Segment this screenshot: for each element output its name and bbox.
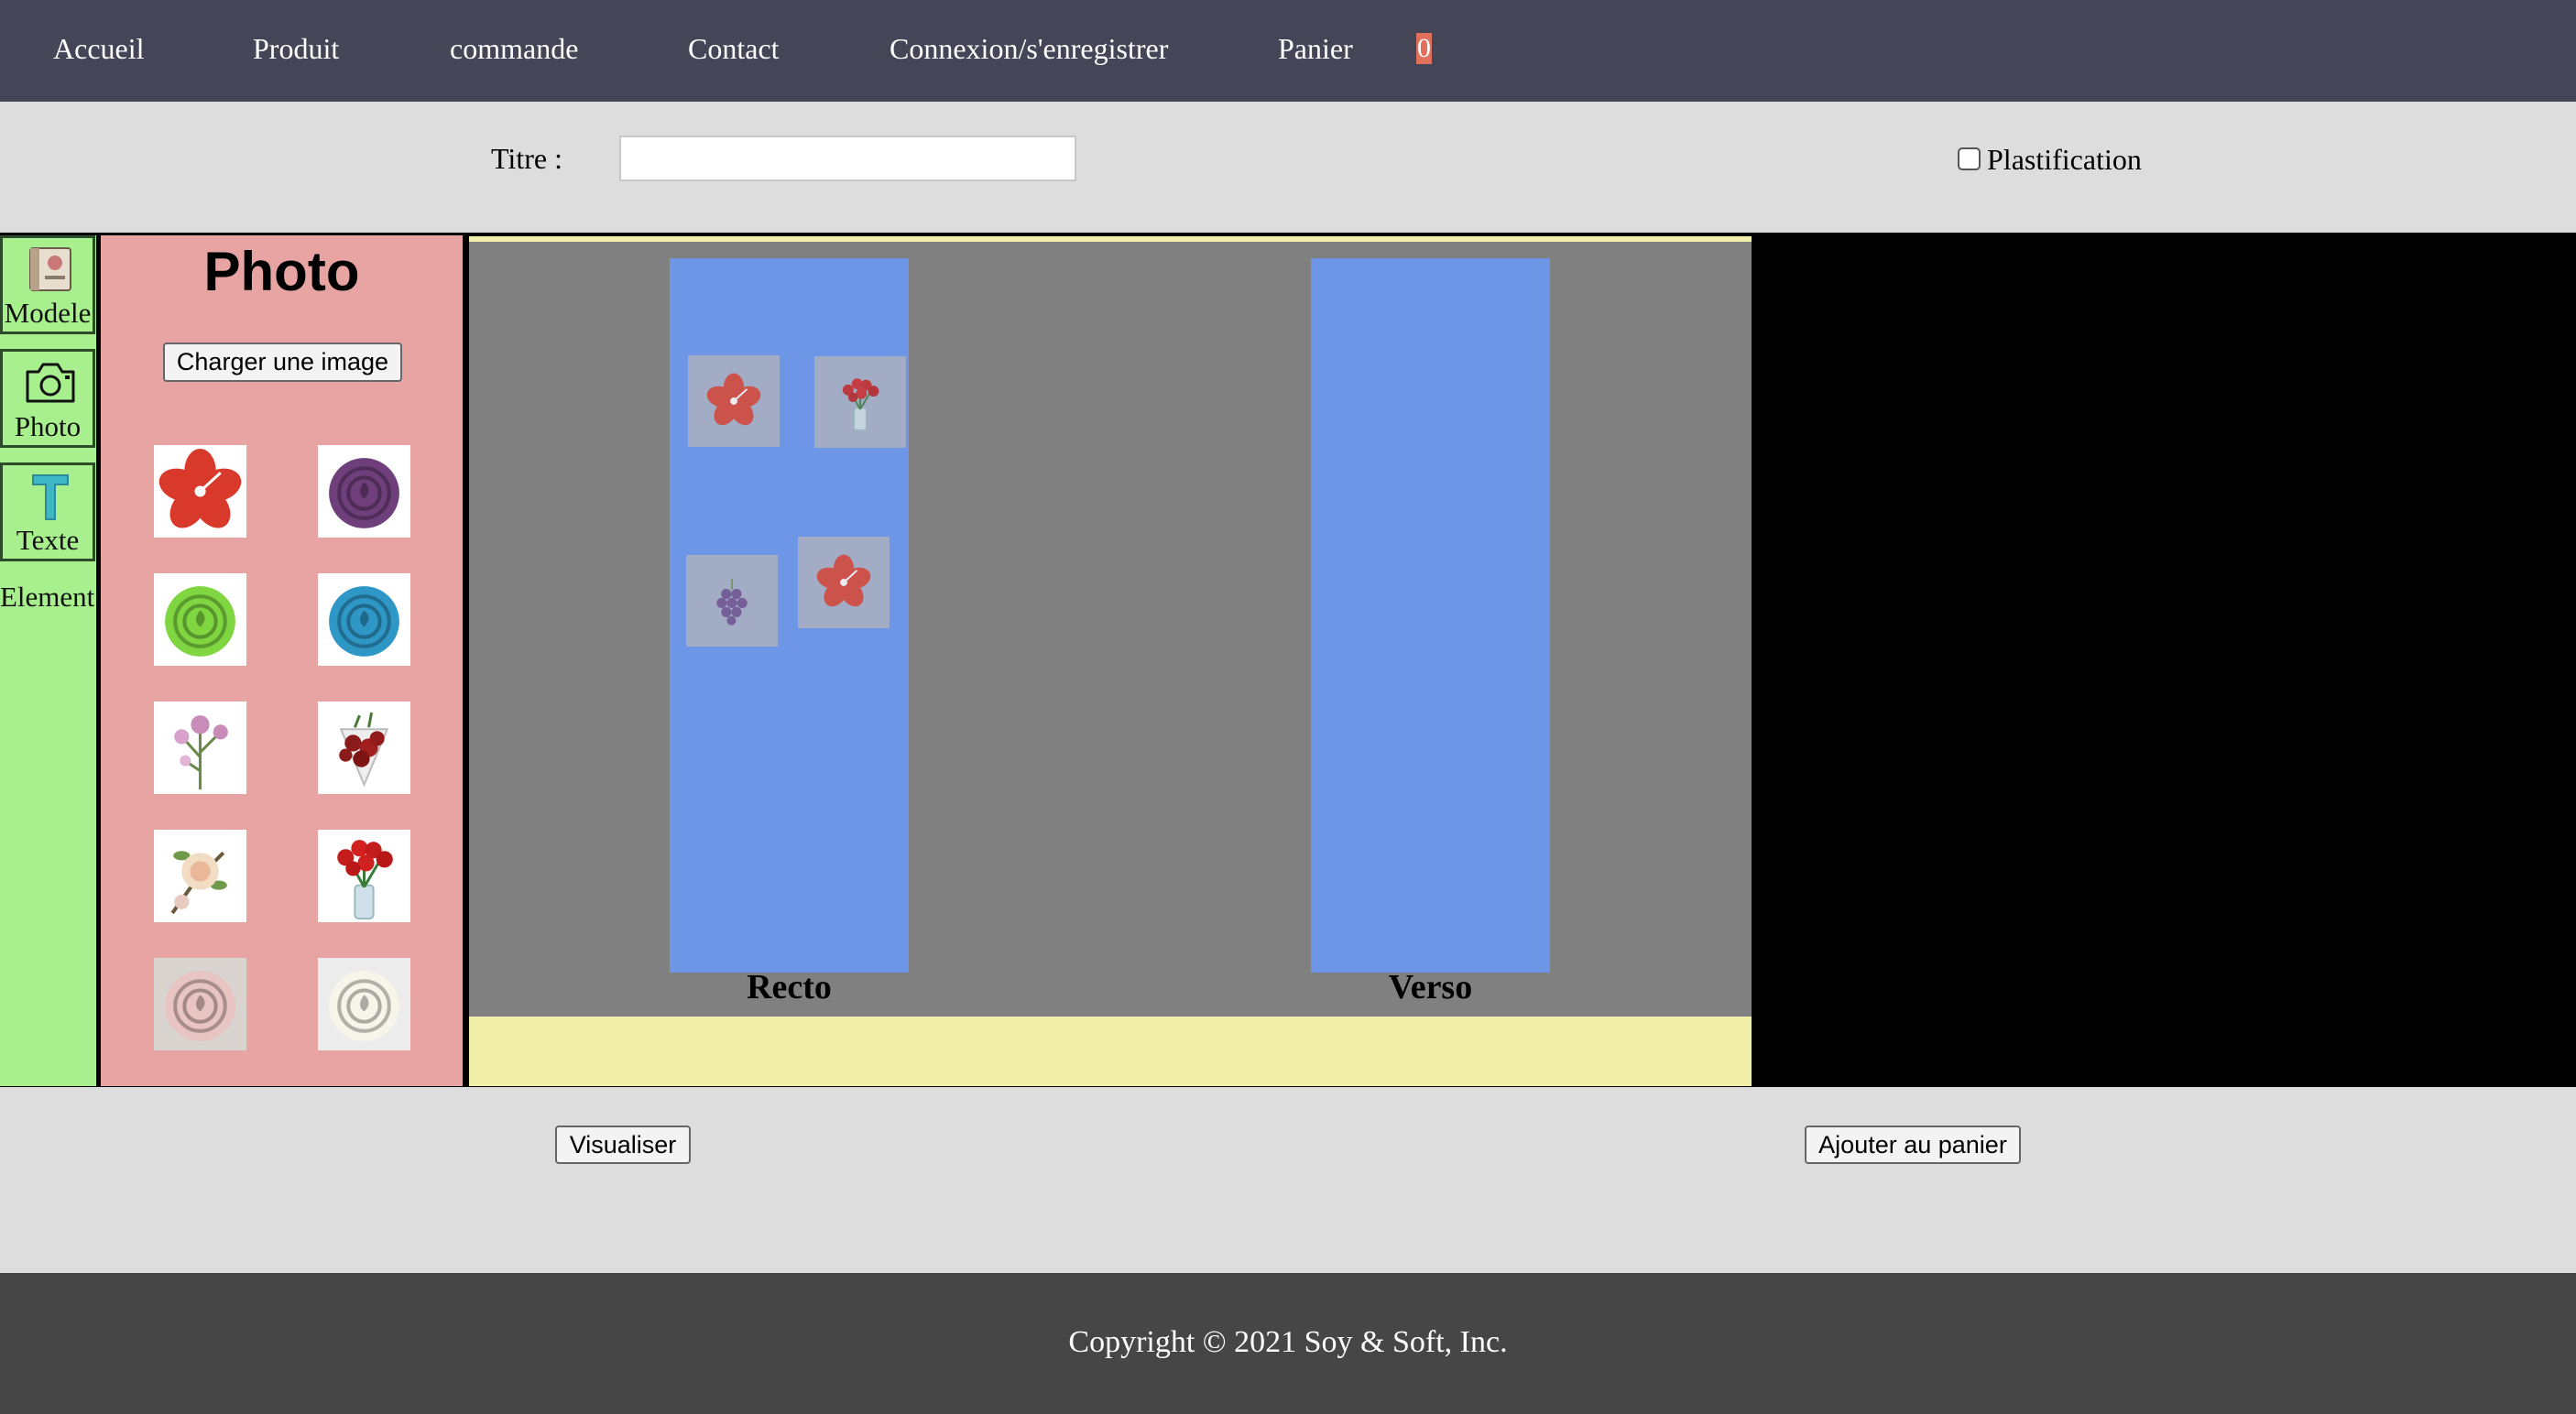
copyright-text: Copyright © 2021 Soy & Soft, Inc. xyxy=(1068,1325,1508,1359)
recto-image-roses-vase[interactable] xyxy=(814,356,906,448)
recto-card[interactable] xyxy=(670,258,909,973)
tool-photo[interactable]: Photo xyxy=(0,349,95,448)
nav-produit[interactable]: Produit xyxy=(253,27,339,70)
thumb-green-rose[interactable] xyxy=(154,573,246,666)
nav-connexion[interactable]: Connexion/s'enregistrer xyxy=(890,27,1168,70)
tool-sidebar: Modele Photo Texte Element xyxy=(0,235,96,1086)
tool-texte[interactable]: Texte xyxy=(0,462,95,561)
text-icon xyxy=(21,469,80,524)
tool-modele[interactable]: Modele xyxy=(0,235,95,334)
camera-icon xyxy=(21,355,80,410)
plastification-checkbox[interactable] xyxy=(1958,147,1981,170)
verso-card[interactable] xyxy=(1311,258,1550,973)
title-label: Titre : xyxy=(491,142,562,175)
plastification-label[interactable]: Plastification xyxy=(1987,138,2142,180)
title-row: Titre : Plastification xyxy=(0,102,2576,233)
cart-count-badge[interactable]: 0 xyxy=(1416,33,1432,64)
thumb-white-rose[interactable] xyxy=(318,958,410,1050)
photo-panel: Photo Charger une image xyxy=(101,235,463,1086)
nav-panier[interactable]: Panier xyxy=(1278,27,1353,70)
thumb-red-rose-bouquet[interactable] xyxy=(318,702,410,794)
thumb-red-hibiscus[interactable] xyxy=(154,445,246,538)
verso-label: Verso xyxy=(1388,968,1473,1006)
thumb-blue-rose[interactable] xyxy=(318,573,410,666)
tool-modele-label: Modele xyxy=(4,297,92,329)
recto-image-hibiscus-2[interactable] xyxy=(798,537,890,628)
tool-element[interactable]: Element xyxy=(0,581,94,614)
thumb-cream-rose-branch[interactable] xyxy=(154,830,246,922)
design-canvas: Recto Verso xyxy=(469,236,1752,1086)
thumb-purple-rose[interactable] xyxy=(318,445,410,538)
tool-photo-label: Photo xyxy=(14,410,82,442)
nav-commande[interactable]: commande xyxy=(450,27,578,70)
canvas-workspace: Recto Verso xyxy=(469,242,1752,1017)
recto-label: Recto xyxy=(747,968,832,1006)
panel-title: Photo xyxy=(203,241,360,302)
upload-image-button[interactable]: Charger une image xyxy=(163,343,402,382)
thumb-pale-pink-rose[interactable] xyxy=(154,958,246,1050)
actions-row: Visualiser Ajouter au panier xyxy=(0,1087,2576,1273)
preview-button[interactable]: Visualiser xyxy=(555,1126,691,1164)
thumb-red-roses-vase[interactable] xyxy=(318,830,410,922)
book-icon xyxy=(21,242,80,297)
nav-accueil[interactable]: Accueil xyxy=(53,27,145,70)
add-to-cart-button[interactable]: Ajouter au panier xyxy=(1805,1126,2021,1164)
title-input[interactable] xyxy=(619,136,1076,181)
tool-texte-label: Texte xyxy=(16,524,80,556)
nav-contact[interactable]: Contact xyxy=(688,27,780,70)
recto-image-hibiscus[interactable] xyxy=(688,355,780,447)
top-navbar: Accueil Produit commande Contact Connexi… xyxy=(0,0,2576,102)
editor-area: Modele Photo Texte Element Photo Charger… xyxy=(0,233,2576,1087)
footer: Copyright © 2021 Soy & Soft, Inc. xyxy=(0,1273,2576,1414)
thumb-pink-wildflower[interactable] xyxy=(154,702,246,794)
recto-image-grapes[interactable] xyxy=(686,555,778,647)
